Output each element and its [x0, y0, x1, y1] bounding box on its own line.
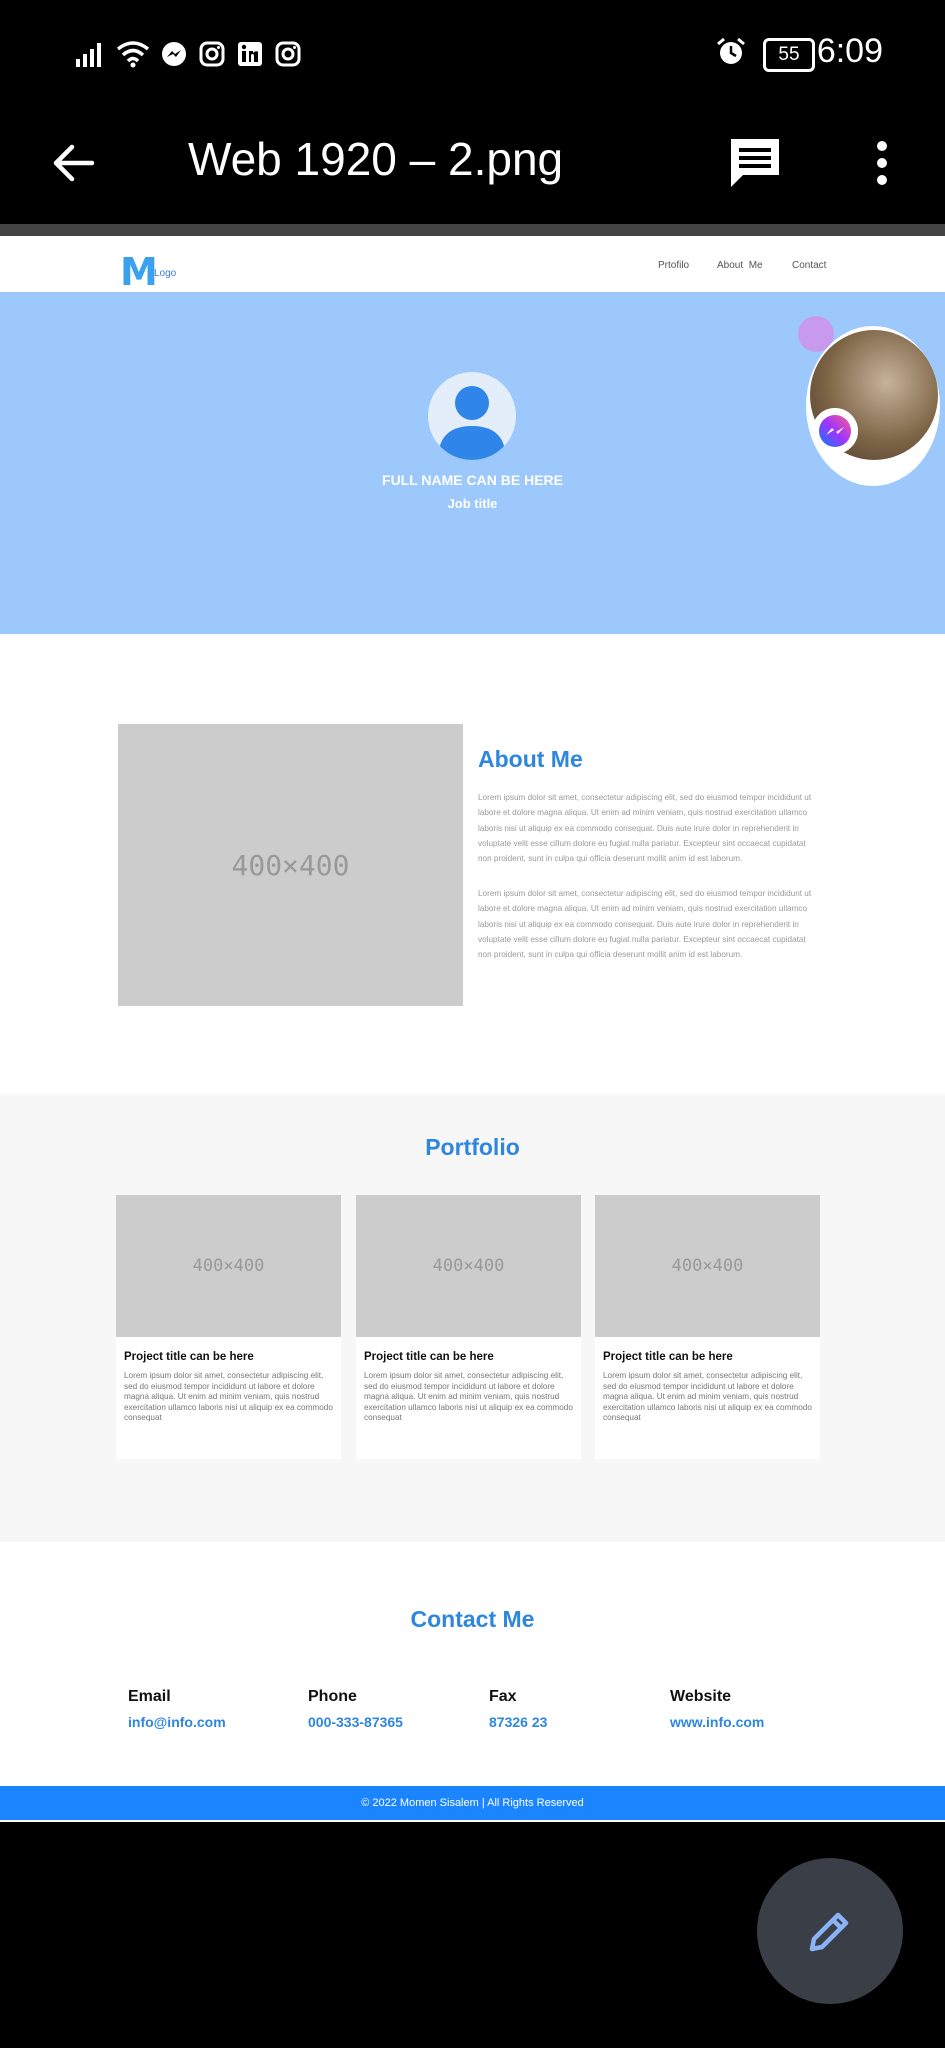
contact-value-fax: 87326 23: [489, 1714, 548, 1730]
card-text: Lorem ipsum dolor sit amet, consectetur …: [603, 1371, 812, 1422]
portfolio-title: Portfolio: [425, 1134, 520, 1160]
image-preview[interactable]: M Logo Prtofilo About Me Contact FULL NA…: [0, 224, 945, 1822]
site-logo-mark: M: [120, 250, 158, 294]
card-text: Lorem ipsum dolor sit amet, consectetur …: [364, 1371, 573, 1422]
nav-link-contact: Contact: [792, 260, 827, 271]
file-title: Web 1920 – 2.png: [188, 133, 564, 185]
about-paragraph-1: Lorem ipsum dolor sit amet, consectetur …: [478, 793, 812, 864]
status-bar: 55 6:09: [0, 0, 945, 105]
back-arrow-icon[interactable]: [50, 140, 96, 186]
portfolio-card: 400×400 Project title can be here Lorem …: [116, 1195, 341, 1459]
nav-link-portfolio: Prtofilo: [658, 260, 690, 271]
hero-full-name: FULL NAME CAN BE HERE: [382, 472, 563, 488]
card-image-placeholder: 400×400: [595, 1195, 820, 1337]
contact-title: Contact Me: [410, 1606, 535, 1632]
site-nav: M Logo Prtofilo About Me Contact: [0, 236, 945, 295]
pencil-icon: [809, 1912, 849, 1952]
card-title: Project title can be here: [124, 1351, 254, 1363]
linkedin-icon: [238, 42, 262, 66]
nav-link-about: About Me: [717, 260, 763, 271]
more-options-icon[interactable]: [869, 138, 895, 188]
instagram-icon-2: [275, 41, 301, 67]
wifi-icon: [116, 41, 150, 68]
about-paragraph-2: Lorem ipsum dolor sit amet, consectetur …: [478, 889, 812, 960]
portfolio-card: 400×400 Project title can be here Lorem …: [356, 1195, 581, 1459]
contact-label-phone: Phone: [308, 1688, 357, 1705]
status-icons: [76, 36, 302, 72]
card-text: Lorem ipsum dolor sit amet, consectetur …: [124, 1371, 333, 1422]
contact-value-phone: 000-333-87365: [308, 1714, 403, 1730]
chat-head-avatar[interactable]: [806, 326, 940, 486]
contact-label-website: Website: [670, 1688, 732, 1705]
person-icon: [438, 386, 506, 460]
portfolio-card: 400×400 Project title can be here Lorem …: [595, 1195, 820, 1459]
instagram-icon: [199, 41, 225, 67]
alarm-icon: [717, 37, 745, 64]
status-time: 6:09: [816, 32, 883, 70]
contact-value-email: info@info.com: [128, 1714, 226, 1730]
about-title: About Me: [478, 746, 583, 772]
hero-avatar: [428, 372, 516, 460]
edit-fab-button[interactable]: [757, 1858, 903, 2004]
card-image-placeholder: 400×400: [356, 1195, 581, 1337]
card-title: Project title can be here: [603, 1351, 733, 1363]
messenger-status-icon: [162, 42, 186, 66]
about-image-placeholder: 400×400: [118, 724, 463, 1006]
contact-label-email: Email: [128, 1688, 171, 1705]
card-title: Project title can be here: [364, 1351, 494, 1363]
preview-top-shadow: [0, 224, 945, 236]
signal-icon: [76, 43, 101, 67]
contact-value-website: www.info.com: [670, 1714, 765, 1730]
comment-icon[interactable]: [727, 135, 783, 191]
battery-indicator: 55: [763, 38, 815, 72]
hero-job-title: Job title: [447, 496, 498, 511]
site-logo-text: Logo: [154, 268, 177, 279]
contact-label-fax: Fax: [489, 1688, 517, 1705]
site-footer: © 2022 Momen Sisalem | All Rights Reserv…: [0, 1786, 945, 1820]
card-image-placeholder: 400×400: [116, 1195, 341, 1337]
messenger-badge-icon: [812, 408, 858, 454]
